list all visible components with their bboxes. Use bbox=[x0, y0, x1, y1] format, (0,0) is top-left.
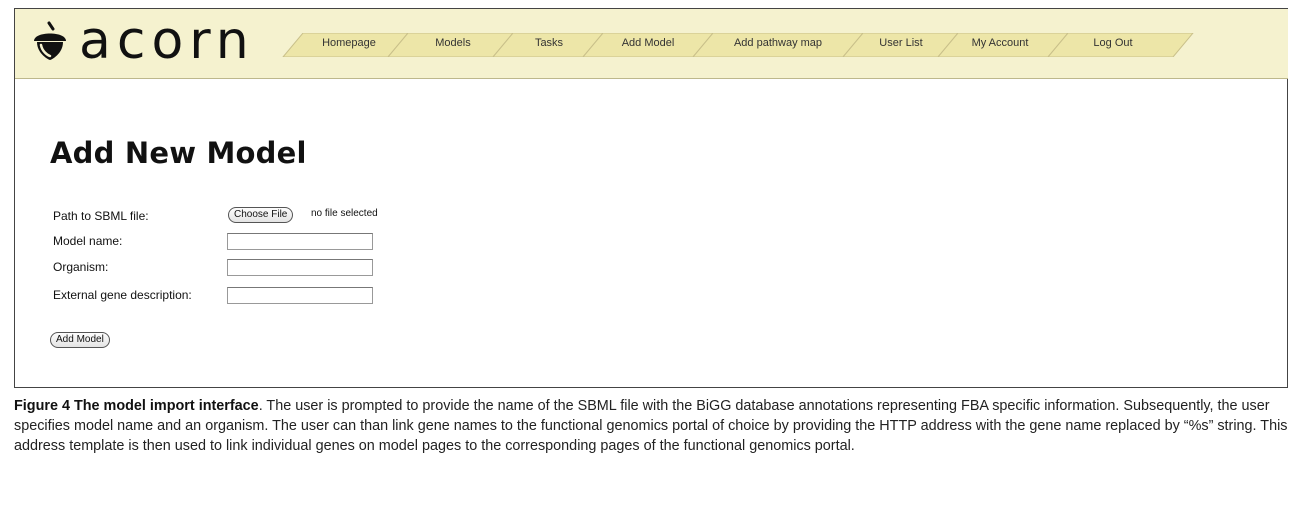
caption-title: Figure 4 The model import interface bbox=[14, 398, 259, 414]
no-file-text: no file selected bbox=[311, 208, 378, 219]
logo[interactable]: acorn bbox=[29, 13, 255, 69]
acorn-icon bbox=[34, 21, 66, 60]
nav-homepage[interactable]: Homepage bbox=[309, 37, 389, 49]
organism-label: Organism: bbox=[53, 260, 109, 274]
figure-caption: Figure 4 The model import interface. The… bbox=[14, 396, 1288, 456]
model-name-input[interactable] bbox=[227, 233, 373, 250]
gene-description-input[interactable] bbox=[227, 287, 373, 304]
nav-models[interactable]: Models bbox=[413, 37, 493, 49]
logo-text: acorn bbox=[79, 11, 255, 71]
choose-file-button[interactable]: Choose File bbox=[228, 207, 294, 223]
nav-my-account[interactable]: My Account bbox=[955, 37, 1045, 49]
nav-log-out[interactable]: Log Out bbox=[1073, 37, 1153, 49]
nav-add-model[interactable]: Add Model bbox=[603, 37, 693, 49]
main-nav: Homepage Models Tasks Add Model Add path… bbox=[273, 33, 1213, 57]
gene-description-label: External gene description: bbox=[53, 288, 192, 302]
organism-input[interactable] bbox=[227, 259, 373, 276]
nav-add-pathway-map[interactable]: Add pathway map bbox=[713, 37, 843, 49]
sbml-file-label: Path to SBML file: bbox=[53, 209, 149, 223]
add-model-submit-button[interactable]: Add Model bbox=[50, 332, 110, 348]
model-name-label: Model name: bbox=[53, 234, 123, 248]
site-header: acorn Homepage Models Tasks Add Model Ad… bbox=[15, 9, 1288, 79]
nav-user-list[interactable]: User List bbox=[861, 37, 941, 49]
nav-tasks[interactable]: Tasks bbox=[509, 37, 589, 49]
page-title: Add New Model bbox=[50, 136, 307, 170]
